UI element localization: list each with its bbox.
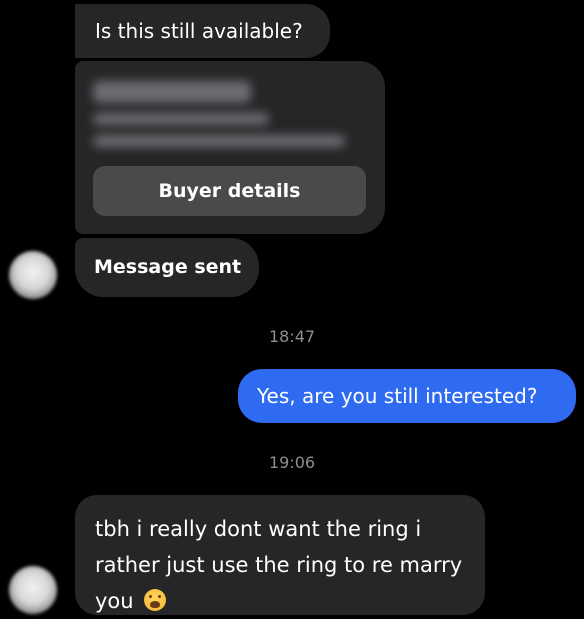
message-text: Yes, are you still interested? [257,384,538,408]
incoming-message-bubble: tbh i really dont want the ring i rather… [75,495,485,615]
weary-face-icon [144,589,167,611]
blurred-buyer-info [93,135,345,147]
avatar[interactable] [9,566,57,614]
buyer-profile-card: Buyer details [75,61,385,234]
buyer-details-button[interactable]: Buyer details [93,166,366,216]
outgoing-message-bubble: Yes, are you still interested? [238,369,576,423]
blurred-buyer-name [93,81,251,103]
timestamp: 18:47 [268,327,316,346]
timestamp: 19:06 [268,453,316,472]
message-text: Is this still available? [95,19,303,43]
avatar[interactable] [9,251,57,299]
message-text: Message sent [94,256,242,278]
incoming-message-bubble: Is this still available? [75,4,330,58]
blurred-buyer-info [93,113,269,125]
incoming-message-bubble: Message sent [75,238,259,297]
